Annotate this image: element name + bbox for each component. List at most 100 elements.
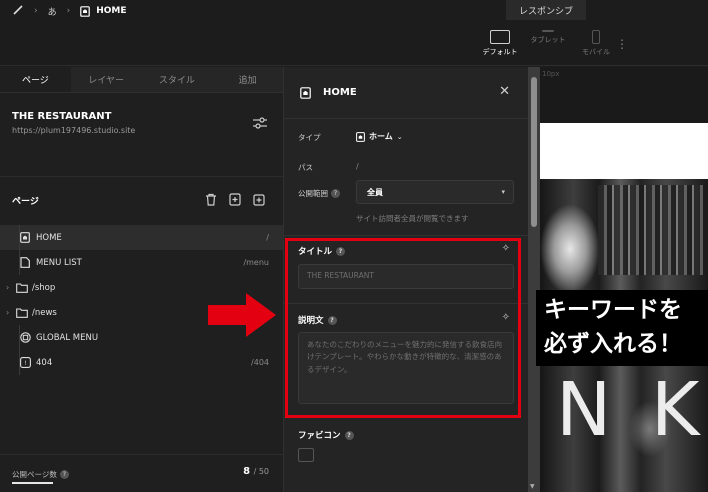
settings-sliders-icon[interactable] xyxy=(253,117,267,129)
error-page-icon: ! xyxy=(20,357,31,368)
red-arrow-icon xyxy=(208,293,276,337)
chevron-down-icon: ▾ xyxy=(501,188,505,196)
trash-icon[interactable] xyxy=(205,193,217,206)
breadcrumb-separator: › xyxy=(34,6,38,16)
favicon-upload[interactable] xyxy=(298,448,314,462)
tab-styles[interactable]: スタイル xyxy=(142,67,213,92)
scrollbar-thumb[interactable] xyxy=(531,77,537,227)
seo-title-input[interactable]: THE RESTAURANT xyxy=(298,264,514,289)
help-icon[interactable]: ? xyxy=(327,315,337,325)
visibility-hint: サイト訪問者全員が閲覧できます xyxy=(356,214,469,223)
mobile-icon xyxy=(592,30,600,44)
chevron-down-icon: ⌄ xyxy=(396,132,403,141)
breadcrumb-app[interactable]: あ xyxy=(48,5,57,18)
tab-responsive[interactable]: レスポンシブ xyxy=(506,0,586,20)
home-page-icon xyxy=(356,131,365,142)
device-mobile[interactable]: モバイル xyxy=(576,30,616,57)
page-count-footer: 公開ページ数? 8 / 50 xyxy=(0,454,283,492)
callout-line-2: 必ず入れる！ xyxy=(544,331,682,357)
published-progress-bar xyxy=(12,482,53,484)
list-item-label: MENU LIST xyxy=(36,257,82,268)
hero-text: N K xyxy=(556,367,708,453)
help-icon[interactable]: ? xyxy=(336,246,346,256)
pages-header: ページ xyxy=(0,177,283,223)
seo-title-label: タイトル? xyxy=(298,245,346,257)
published-count: 8 / 50 xyxy=(243,466,269,477)
list-item-label: /news xyxy=(32,307,57,318)
seo-description-textarea[interactable]: あなたのこだわりのメニューを魅力的に発信する飲食店向けテンプレート。やわらかな動… xyxy=(298,332,514,404)
ai-sparkle-icon[interactable]: ✧ xyxy=(502,312,510,323)
list-item-label: HOME xyxy=(36,232,62,243)
published-count-label: 公開ページ数? xyxy=(12,469,69,480)
device-mobile-label: モバイル xyxy=(582,48,610,56)
hero-photo-shelves xyxy=(598,185,708,275)
tab-add[interactable]: 追加 xyxy=(212,67,283,92)
path-label: パス xyxy=(298,163,313,172)
pen-icon[interactable] xyxy=(12,4,24,19)
list-item-label: 404 xyxy=(36,357,53,368)
path-value[interactable]: / xyxy=(356,162,359,171)
device-default-label: デフォルト xyxy=(482,48,518,56)
breadcrumb-separator: › xyxy=(66,6,71,16)
add-page-icon[interactable] xyxy=(229,193,241,206)
help-icon[interactable]: ? xyxy=(331,189,340,198)
add-folder-icon[interactable] xyxy=(253,193,265,206)
pages-header-title: ページ xyxy=(12,196,39,207)
favicon-label: ファビコン? xyxy=(298,429,354,441)
page-icon xyxy=(20,257,30,268)
device-tablet[interactable]: タブレット xyxy=(528,30,568,45)
visibility-select[interactable]: 全員 ▾ xyxy=(356,180,514,204)
chevron-right-icon[interactable]: › xyxy=(6,283,9,292)
tab-layers[interactable]: レイヤー xyxy=(71,67,142,92)
left-panel: ページ レイヤー スタイル 追加 THE RESTAURANT https://… xyxy=(0,67,283,492)
help-icon[interactable]: ? xyxy=(59,470,69,479)
close-icon[interactable]: ✕ xyxy=(499,84,510,99)
visibility-label: 公開範囲? xyxy=(298,188,340,199)
list-item-404[interactable]: ! 404 /404 xyxy=(0,350,283,375)
type-dropdown[interactable]: ホーム ⌄ xyxy=(356,131,403,142)
breadcrumb-current-page[interactable]: HOME xyxy=(80,5,127,17)
seo-description-label: 説明文? xyxy=(298,314,337,326)
breadcrumb: › あ › HOME xyxy=(12,4,127,18)
site-info: THE RESTAURANT https://plum197496.studio… xyxy=(0,93,283,177)
list-item-path: / xyxy=(266,233,269,242)
site-name: THE RESTAURANT xyxy=(12,111,112,122)
home-page-icon xyxy=(300,86,311,99)
panel-title: HOME xyxy=(323,87,357,98)
list-item-home[interactable]: HOME / xyxy=(0,225,283,250)
chevron-right-icon[interactable]: › xyxy=(6,308,9,317)
list-item-path: /404 xyxy=(251,358,269,367)
list-item-label: GLOBAL MENU xyxy=(36,332,99,343)
canvas-ruler: 10px xyxy=(540,67,708,123)
list-item-menu-list[interactable]: MENU LIST /menu xyxy=(0,250,283,275)
keyword-callout: キーワードを 必ず入れる！ xyxy=(536,290,708,366)
device-tablet-label: タブレット xyxy=(530,36,566,44)
site-header-preview xyxy=(540,123,708,179)
list-item-path: /menu xyxy=(243,258,269,267)
tab-pages[interactable]: ページ xyxy=(0,67,71,92)
site-url[interactable]: https://plum197496.studio.site xyxy=(12,126,271,135)
home-page-icon xyxy=(20,232,30,243)
help-icon[interactable]: ? xyxy=(344,430,354,440)
home-page-icon xyxy=(80,5,91,17)
breadcrumb-page-label: HOME xyxy=(96,6,127,16)
ai-sparkle-icon[interactable]: ✧ xyxy=(502,243,510,254)
callout-line-1: キーワードを xyxy=(544,297,682,323)
device-switcher: デフォルト タブレット モバイル xyxy=(480,30,616,57)
panel-header: HOME ✕ xyxy=(284,67,528,119)
global-icon xyxy=(20,332,31,343)
list-item-label: /shop xyxy=(32,282,56,293)
scroll-down-icon[interactable]: ▼ xyxy=(530,483,535,490)
device-default[interactable]: デフォルト xyxy=(480,30,520,57)
scrollbar[interactable]: ▼ xyxy=(528,67,540,492)
folder-icon xyxy=(16,308,28,318)
folder-icon xyxy=(16,283,28,293)
type-label: タイプ xyxy=(298,133,321,142)
tablet-icon xyxy=(542,30,554,32)
svg-text:!: ! xyxy=(24,360,26,367)
page-settings-panel: HOME ✕ タイプ ホーム ⌄ パス / 公開範囲? 全員 ▾ サイト訪問者全… xyxy=(283,67,529,492)
more-options-icon[interactable]: ⋮ xyxy=(616,38,628,50)
panel-tabs: ページ レイヤー スタイル 追加 xyxy=(0,67,283,93)
top-bar: › あ › HOME レスポンシブ デフォルト タブレット モバイル ⋮ xyxy=(0,0,708,66)
monitor-icon xyxy=(490,30,510,44)
